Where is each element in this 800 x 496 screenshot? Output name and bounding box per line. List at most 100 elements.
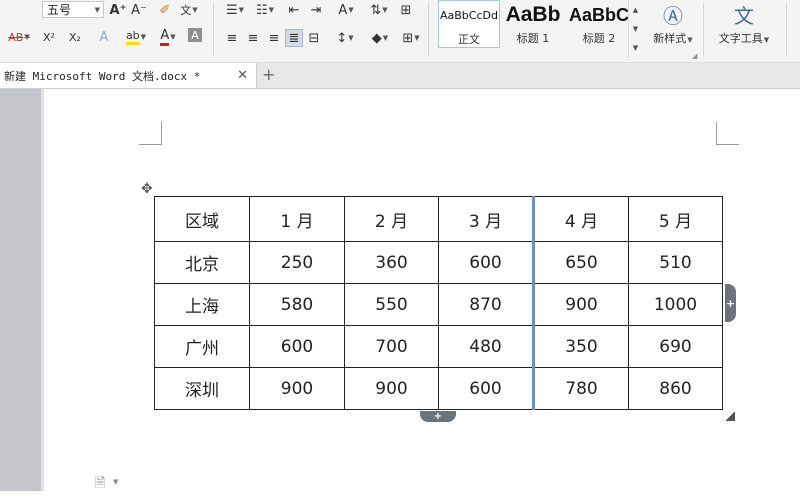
table-cell[interactable]: 650 bbox=[533, 241, 629, 284]
table-cell[interactable]: 480 bbox=[438, 325, 535, 368]
style-heading-2[interactable]: AaBbC 标题 2 bbox=[568, 0, 630, 48]
document-icon[interactable]: 🗎 bbox=[95, 474, 105, 496]
text-direction-icon: A͏ bbox=[338, 2, 348, 18]
decrease-indent-button[interactable]: ⇤ bbox=[285, 1, 303, 19]
table-cell[interactable]: 780 bbox=[533, 367, 629, 410]
margin-corner-top-left bbox=[139, 122, 162, 145]
align-right-icon: ≡ bbox=[268, 30, 280, 46]
highlighter-icon: ab bbox=[125, 29, 140, 45]
style-name: 正文 bbox=[458, 33, 480, 46]
numbered-list-icon: ☷ bbox=[255, 2, 268, 18]
shrink-font-button[interactable]: A⁻ bbox=[130, 1, 148, 19]
table-cell[interactable]: 250 bbox=[249, 241, 345, 284]
table-row: 上海 580 550 870 900 1000 bbox=[154, 283, 723, 326]
table-cell[interactable]: 3 月 bbox=[438, 196, 535, 242]
phonetic-icon: 文 bbox=[180, 4, 192, 17]
table-cell[interactable]: 上海 bbox=[154, 283, 250, 326]
table-cell[interactable]: 深圳 bbox=[154, 367, 250, 410]
subscript-button[interactable]: X₂ bbox=[66, 28, 84, 46]
sort-icon: ⇅ bbox=[370, 2, 382, 18]
table-cell[interactable]: 510 bbox=[628, 241, 723, 284]
align-center-button[interactable]: ≡ bbox=[244, 29, 262, 47]
table-cell[interactable]: 580 bbox=[249, 283, 345, 326]
align-left-icon: ≡ bbox=[226, 30, 238, 46]
table-cell[interactable]: 870 bbox=[438, 283, 535, 326]
table-resize-handle[interactable] bbox=[726, 412, 735, 421]
chevron-down-icon[interactable]: ▼ bbox=[633, 25, 638, 33]
char-shading-button[interactable]: A bbox=[188, 28, 202, 42]
table-cell[interactable]: 700 bbox=[344, 325, 439, 368]
table-cell[interactable]: 2 月 bbox=[344, 196, 439, 242]
table-cell[interactable]: 900 bbox=[344, 367, 439, 410]
table-cell[interactable]: 区域 bbox=[154, 196, 250, 242]
eraser-icon: ✐ bbox=[159, 2, 171, 18]
table-cell[interactable]: 5 月 bbox=[628, 196, 723, 242]
align-right-button[interactable]: ≡ bbox=[265, 29, 283, 47]
strikethrough-button[interactable]: AB ▼ bbox=[4, 28, 34, 46]
style-heading-1[interactable]: AaBb 标题 1 bbox=[502, 0, 564, 48]
new-tab-button[interactable]: + bbox=[262, 65, 275, 84]
toolbar-separator bbox=[428, 2, 429, 56]
style-gallery: AaBbCcDd 正文 AaBb 标题 1 AaBbC 标题 2 bbox=[432, 0, 642, 58]
highlight-button[interactable]: ab ▼ bbox=[121, 28, 151, 46]
table-cell[interactable]: 550 bbox=[344, 283, 439, 326]
styles-dialog-launcher-icon[interactable]: ◢ bbox=[692, 52, 697, 60]
border-icon: ⊞ bbox=[402, 30, 414, 46]
borders-button[interactable]: ⊞ ▼ bbox=[398, 29, 424, 47]
font-color-button[interactable]: A ▼ bbox=[154, 28, 182, 46]
line-spacing-button[interactable]: ↕ ▼ bbox=[332, 29, 358, 47]
chevron-up-icon[interactable]: ▲ bbox=[633, 6, 638, 14]
toolbar-separator bbox=[213, 2, 214, 56]
add-row-button[interactable]: + bbox=[420, 411, 456, 422]
bullet-list-button[interactable]: ☰ ▼ bbox=[222, 1, 248, 19]
justify-button[interactable]: ≣ bbox=[285, 29, 303, 47]
table-cell[interactable]: 4 月 bbox=[533, 196, 629, 242]
superscript-button[interactable]: X² bbox=[40, 28, 58, 46]
distributed-align-icon: ⊟ bbox=[308, 30, 320, 46]
add-column-button[interactable]: + bbox=[725, 284, 736, 322]
table-cell[interactable]: 690 bbox=[628, 325, 723, 368]
distributed-align-button[interactable]: ⊟ bbox=[305, 29, 323, 47]
plus-icon: + bbox=[725, 296, 736, 310]
sort-button[interactable]: ⇅ ▼ bbox=[368, 1, 390, 19]
table-cell[interactable]: 350 bbox=[533, 325, 629, 368]
text-tools-icon: 文 bbox=[734, 4, 754, 28]
more-styles-icon[interactable]: ▼ bbox=[633, 44, 638, 52]
align-left-button[interactable]: ≡ bbox=[223, 29, 241, 47]
table-cell[interactable]: 600 bbox=[438, 241, 535, 284]
table-cell[interactable]: 860 bbox=[628, 367, 723, 410]
clear-format-button[interactable]: ✐ bbox=[156, 1, 174, 19]
table-grid-button[interactable]: ⊞ bbox=[397, 1, 415, 19]
table-cell[interactable]: 广州 bbox=[154, 325, 250, 368]
table-move-handle-icon[interactable]: ✥ bbox=[141, 181, 153, 197]
text-effect-button[interactable]: A bbox=[95, 28, 113, 46]
toolbar-separator bbox=[786, 2, 787, 56]
outdent-icon: ⇤ bbox=[288, 2, 300, 18]
new-style-button[interactable]: Ⓐ 新样式▼ bbox=[646, 2, 700, 52]
style-gallery-scroll[interactable]: ▲ ▼ ▼ bbox=[628, 0, 642, 58]
table-cell[interactable]: 900 bbox=[249, 367, 345, 410]
table-cell[interactable]: 北京 bbox=[154, 241, 250, 284]
table-cell[interactable]: 360 bbox=[344, 241, 439, 284]
document-tab[interactable]: 新建 Microsoft Word 文档.docx * ✕ bbox=[0, 63, 257, 88]
numbered-list-button[interactable]: ☷ ▼ bbox=[252, 1, 278, 19]
increase-indent-button[interactable]: ⇥ bbox=[307, 1, 325, 19]
table-cell[interactable]: 1000 bbox=[628, 283, 723, 326]
style-normal[interactable]: AaBbCcDd 正文 bbox=[438, 0, 500, 48]
grow-font-button[interactable]: A⁺ bbox=[109, 1, 127, 19]
text-tools-button[interactable]: 文 文字工具▼ bbox=[712, 2, 776, 52]
table-cell[interactable]: 600 bbox=[438, 367, 535, 410]
phonetic-guide-button[interactable]: 文 ▼ bbox=[180, 1, 198, 19]
table-row: 深圳 900 900 600 780 860 bbox=[154, 367, 723, 410]
table-header-row: 区域 1 月2 月3 月4 月5 月 bbox=[154, 196, 723, 242]
text-direction-button[interactable]: A͏ ▼ bbox=[333, 1, 359, 19]
close-icon[interactable]: ✕ bbox=[237, 68, 248, 83]
shading-button[interactable]: ◆ ▼ bbox=[367, 29, 393, 47]
table-cell[interactable]: 600 bbox=[249, 325, 345, 368]
table-cell[interactable]: 900 bbox=[533, 283, 629, 326]
data-table[interactable]: 区域 1 月2 月3 月4 月5 月北京 250 360 600 650 510 上海 580 5… bbox=[154, 196, 723, 410]
style-sample: AaBbCcDd bbox=[440, 9, 498, 22]
table-cell[interactable]: 1 月 bbox=[249, 196, 345, 242]
font-size-select[interactable]: 五号 ▼ bbox=[42, 1, 104, 18]
chevron-down-icon[interactable]: ▼ bbox=[113, 478, 118, 486]
